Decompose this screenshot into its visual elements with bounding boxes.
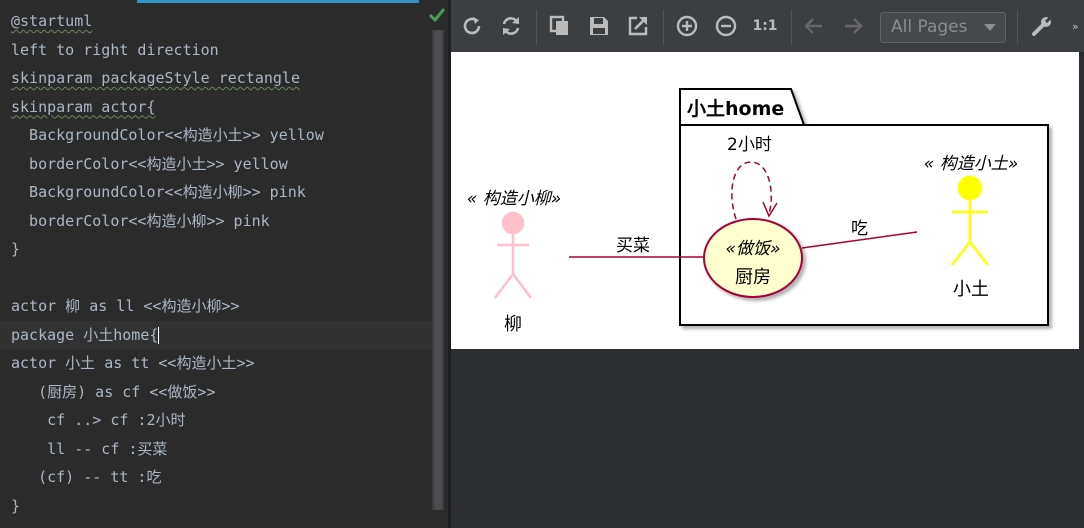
actor-liu-name: 柳 [504, 314, 522, 335]
code-line[interactable]: BackgroundColor<<构造小土>> yellow [11, 121, 433, 150]
arrow-right-icon [845, 18, 863, 34]
code-line-text: (厨房) as cf <<做饭>> [11, 382, 216, 401]
sync-icon [502, 17, 520, 35]
prev-page-button[interactable] [799, 11, 829, 41]
zoom-in-icon [676, 15, 698, 37]
text-caret [158, 326, 160, 344]
preview-toolbar: 1:1 All Pages » [451, 0, 1084, 52]
usecase-stereotype: «做饭» [726, 239, 781, 259]
code-line[interactable]: skinparam packageStyle rectangle [11, 64, 433, 93]
refresh-icon [463, 17, 481, 35]
code-line-text: left to right direction [11, 40, 219, 59]
settings-button[interactable] [1027, 11, 1057, 41]
code-line-current[interactable]: package 小土home{ [0, 320, 433, 349]
page-select-value: All Pages [891, 17, 968, 37]
code-line[interactable] [11, 264, 433, 293]
refresh-button[interactable] [457, 11, 487, 41]
actor-xiaotu-name: 小土 [953, 279, 989, 300]
self-dependency-label: 2小时 [727, 135, 772, 155]
zoom-out-icon [715, 15, 737, 37]
zoom-in-button[interactable] [672, 11, 702, 41]
relation-eat-label: 吃 [851, 219, 868, 239]
usecase-kitchen: «做饭» 厨房 [703, 218, 803, 298]
code-line[interactable]: actor 柳 as ll <<构造小柳>> [11, 292, 433, 321]
page-select[interactable]: All Pages [880, 12, 1006, 43]
actor-liu-stereotype: « 构造小柳» [467, 189, 561, 209]
open-external-icon [628, 16, 648, 36]
code-line-text: } [11, 496, 21, 515]
actor-xiaotu-stereotype: « 构造小土» [924, 154, 1018, 174]
code-line[interactable]: actor 小土 as tt <<构造小土>> [11, 349, 433, 378]
code-line-text: @startuml [11, 12, 93, 30]
code-line-text: skinparam actor{ [11, 97, 156, 116]
actor-liu: « 构造小柳» 柳 [467, 189, 561, 335]
package-title: 小土home [687, 98, 784, 120]
code-line[interactable]: @startuml [11, 7, 433, 36]
code-line[interactable]: cf ..> cf :2小时 [11, 406, 433, 435]
code-line-text: ll -- cf :买菜 [11, 439, 168, 458]
uml-diagram: 小土home 买菜 吃 2小时 «做饭» 厨房 « 构造小柳» 柳 « 构造小土… [467, 88, 1049, 335]
code-line[interactable]: BackgroundColor<<构造小柳>> pink [11, 178, 433, 207]
code-line-text: actor 柳 as ll <<构造小柳>> [11, 297, 240, 315]
code-line-text: borderColor<<构造小土>> yellow [11, 154, 288, 173]
copy-button[interactable] [545, 11, 575, 41]
code-line-text: package 小土home{ [11, 325, 159, 344]
code-line[interactable]: left to right direction [11, 36, 433, 65]
usecase-name: 厨房 [735, 267, 771, 288]
code-line[interactable]: skinparam actor{ [11, 93, 433, 122]
zoom-out-button[interactable] [711, 11, 741, 41]
code-editor[interactable]: @startuml left to right direction skinpa… [0, 0, 448, 528]
save-button[interactable] [584, 11, 614, 41]
sync-button[interactable] [496, 11, 526, 41]
code-line[interactable]: (cf) -- tt :吃 [11, 463, 433, 492]
toolbar-separator [663, 10, 664, 44]
actual-size-label: 1:1 [752, 18, 778, 34]
code-line-text: BackgroundColor<<构造小土>> yellow [11, 126, 324, 144]
more-icon[interactable]: » [1072, 20, 1084, 33]
wrench-icon [1032, 14, 1054, 36]
open-external-button[interactable] [623, 11, 653, 41]
check-icon [428, 6, 446, 24]
code-line[interactable]: (厨房) as cf <<做饭>> [11, 378, 433, 407]
diagram-canvas: 小土home 买菜 吃 2小时 «做饭» 厨房 « 构造小柳» 柳 « 构造小土… [451, 52, 1079, 349]
code-line-text: BackgroundColor<<构造小柳>> pink [11, 183, 306, 201]
arrow-left-icon [804, 18, 822, 34]
toolbar-separator [791, 10, 792, 44]
copy-icon [549, 15, 568, 35]
code-line[interactable]: ll -- cf :买菜 [11, 435, 433, 464]
scrollbar-thumb[interactable] [434, 30, 442, 510]
code-line-text: actor 小土 as tt <<构造小土>> [11, 354, 255, 372]
code-line-text: cf ..> cf :2小时 [11, 411, 186, 429]
code-line[interactable]: borderColor<<构造小柳>> pink [11, 207, 433, 236]
toolbar-separator [1017, 10, 1018, 44]
code-line[interactable]: borderColor<<构造小土>> yellow [11, 150, 433, 179]
editor-scrollbar[interactable] [432, 30, 444, 510]
code-line-text: skinparam packageStyle rectangle [11, 69, 300, 87]
save-icon [590, 17, 608, 35]
code-lines[interactable]: @startuml left to right direction skinpa… [0, 7, 433, 521]
code-line-text: borderColor<<构造小柳>> pink [11, 211, 270, 230]
code-line-text: } [11, 240, 21, 258]
editor-tab-indicator [137, 0, 419, 3]
next-page-button[interactable] [838, 11, 868, 41]
actual-size-button[interactable]: 1:1 [750, 11, 780, 41]
relation-buy-label: 买菜 [616, 236, 650, 256]
code-line[interactable]: } [11, 492, 433, 521]
toolbar-separator [536, 10, 537, 44]
code-line-text: (cf) -- tt :吃 [11, 468, 162, 486]
chevron-down-icon [984, 24, 996, 31]
code-line[interactable]: } [11, 235, 433, 264]
